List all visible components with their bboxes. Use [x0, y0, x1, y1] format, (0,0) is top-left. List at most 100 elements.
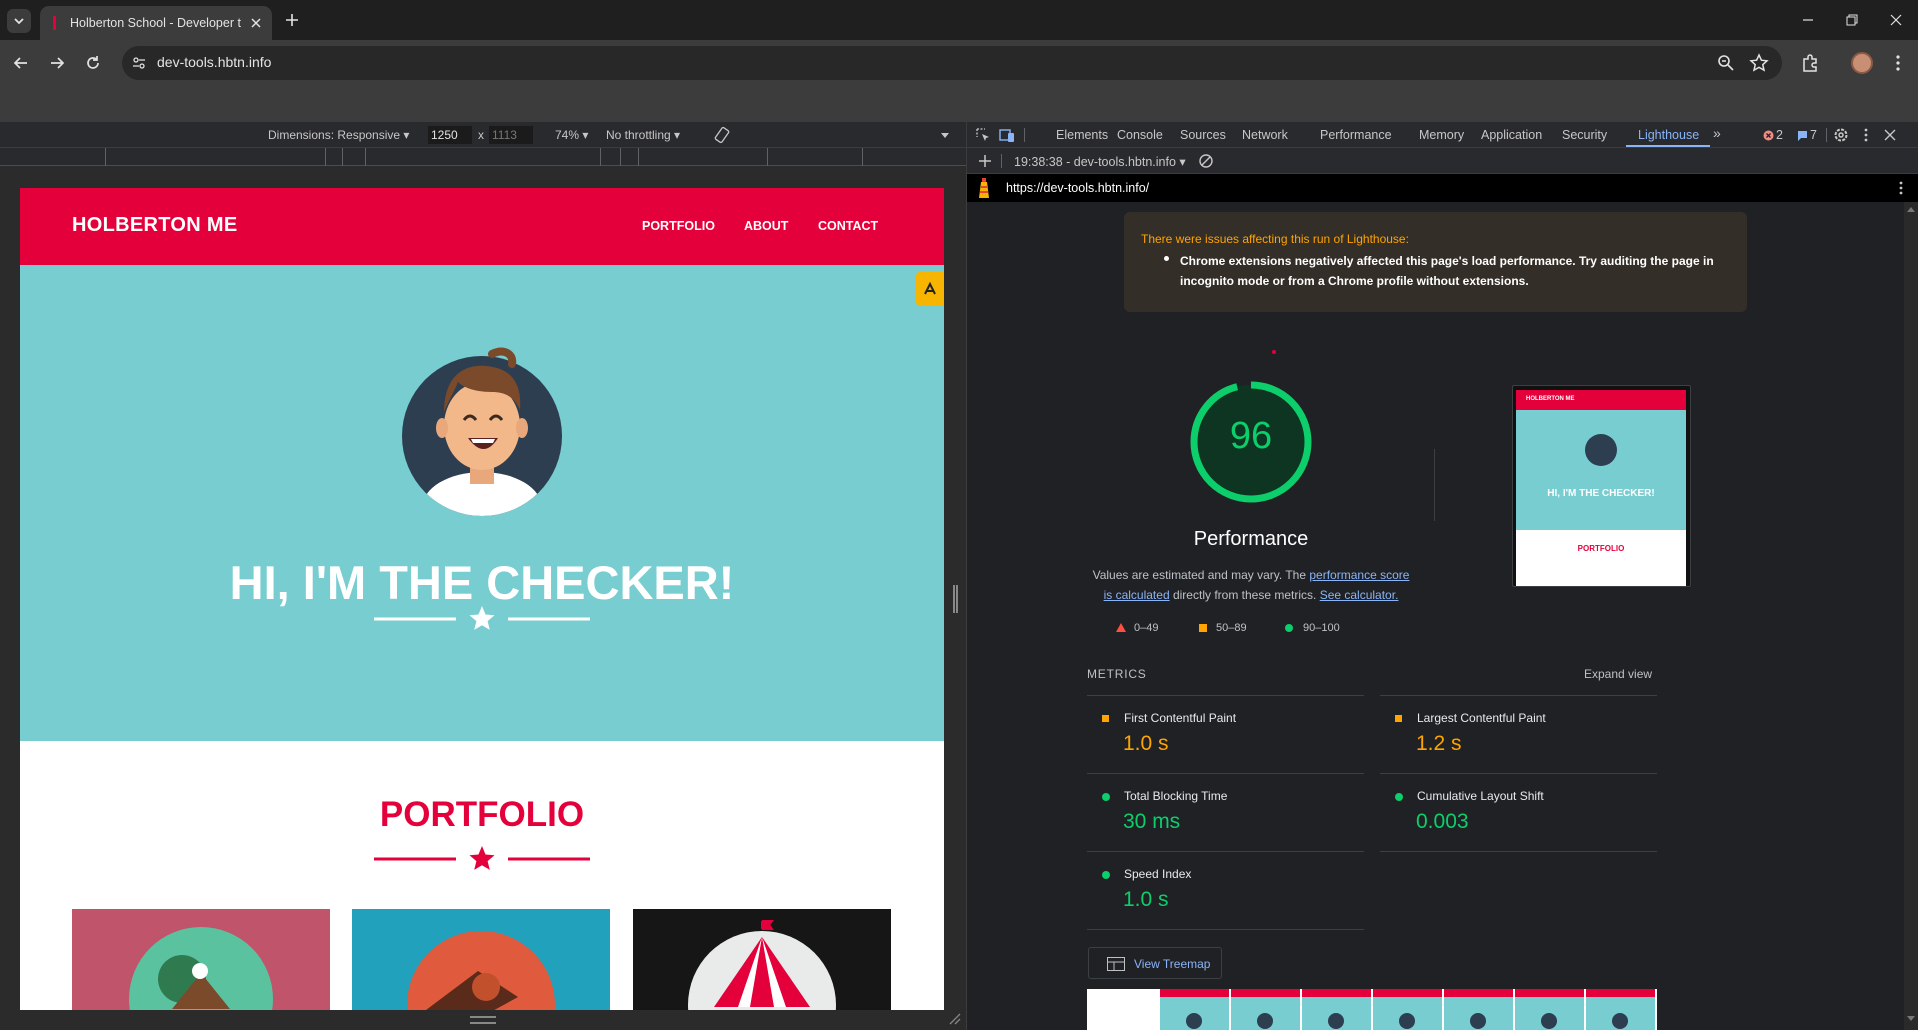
profile-avatar[interactable] — [1851, 52, 1873, 74]
report-selector[interactable]: 19:38:38 - dev-tools.hbtn.info ▾ — [1014, 154, 1186, 169]
zoom-icon[interactable] — [1716, 53, 1736, 73]
metric-value: 0.003 — [1416, 810, 1469, 833]
nav-about[interactable]: ABOUT — [744, 219, 788, 233]
tab-lighthouse[interactable]: Lighthouse — [1638, 128, 1699, 142]
final-screenshot-thumbnail[interactable]: HOLBERTON ME HI, I'M THE CHECKER! PORTFO… — [1512, 385, 1691, 587]
zoom-select[interactable]: 74% ▾ — [555, 128, 588, 142]
tab-console[interactable]: Console — [1117, 128, 1163, 142]
filmstrip-avatar — [1612, 1013, 1628, 1029]
resize-corner-icon[interactable] — [948, 1012, 962, 1026]
tab-elements[interactable]: Elements — [1056, 128, 1108, 142]
tab-search-button[interactable] — [7, 9, 31, 33]
resize-handle-right[interactable] — [953, 585, 958, 613]
metric-divider — [1087, 695, 1364, 696]
error-icon[interactable] — [1763, 130, 1774, 141]
clear-reports-icon[interactable] — [1198, 153, 1214, 169]
active-tab-indicator — [1626, 145, 1710, 147]
thumb-section-title: PORTFOLIO — [1577, 544, 1625, 553]
view-treemap-button[interactable]: View Treemap — [1088, 947, 1222, 979]
thumb-avatar — [1585, 434, 1617, 466]
portfolio-section: PORTFOLIO — [20, 741, 944, 1010]
tab-network[interactable]: Network — [1242, 128, 1288, 142]
resize-handle-bottom[interactable] — [470, 1016, 496, 1024]
forward-icon[interactable] — [47, 53, 67, 73]
expand-view-toggle[interactable]: Expand view — [1584, 667, 1652, 681]
close-devtools-icon[interactable] — [1882, 127, 1898, 143]
scroll-down-icon[interactable] — [1907, 1016, 1915, 1022]
back-icon[interactable] — [11, 53, 31, 73]
portfolio-card[interactable] — [352, 909, 610, 1010]
filmstrip-frame — [1160, 989, 1229, 1030]
filmstrip-avatar — [1399, 1013, 1415, 1029]
tab-memory[interactable]: Memory — [1419, 128, 1464, 142]
tab-sources[interactable]: Sources — [1180, 128, 1226, 142]
devtools-menu-icon[interactable] — [1858, 127, 1874, 143]
tab-security[interactable]: Security — [1562, 128, 1607, 142]
nav-contact[interactable]: CONTACT — [818, 219, 878, 233]
legend-average: 50–89 — [1216, 622, 1247, 634]
site-header: HOLBERTON ME PORTFOLIO ABOUT CONTACT — [20, 188, 944, 265]
close-window-icon[interactable] — [1888, 12, 1904, 28]
portfolio-card[interactable] — [72, 909, 330, 1010]
new-report-plus-icon[interactable] — [977, 153, 993, 169]
tabbar-separator-2 — [1826, 128, 1827, 142]
tab-application[interactable]: Application — [1481, 128, 1542, 142]
thumb-hero: HI, I'M THE CHECKER! — [1516, 410, 1686, 530]
pass-circle-icon — [1102, 793, 1110, 801]
thumb-header: HOLBERTON ME — [1516, 390, 1686, 410]
metric-label: Total Blocking Time — [1124, 789, 1228, 803]
device-options-icon[interactable] — [940, 130, 950, 140]
portfolio-card[interactable] — [633, 909, 891, 1010]
extension-logo-icon — [924, 281, 936, 295]
tab-performance[interactable]: Performance — [1320, 128, 1392, 142]
thumb-brand: HOLBERTON ME — [1526, 396, 1575, 402]
message-icon[interactable] — [1797, 130, 1808, 141]
rotate-icon[interactable] — [713, 126, 731, 144]
extension-badge[interactable] — [916, 272, 944, 306]
tabbar-separator — [1024, 128, 1025, 142]
legend-fail: 0–49 — [1134, 622, 1159, 634]
close-tab-icon[interactable] — [248, 15, 264, 31]
average-square-icon — [1395, 715, 1402, 722]
see-calculator-link[interactable]: See calculator. — [1320, 588, 1399, 602]
desc-text-2: directly from these metrics. — [1172, 588, 1317, 602]
extensions-icon[interactable] — [1800, 53, 1820, 73]
nav-portfolio[interactable]: PORTFOLIO — [642, 219, 715, 233]
message-count: 7 — [1810, 128, 1817, 142]
score-legend: 0–49 50–89 90–100 — [1116, 620, 1416, 640]
treemap-icon — [1107, 957, 1125, 971]
report-scrollbar[interactable] — [1904, 202, 1918, 1030]
device-toggle-icon[interactable] — [999, 127, 1015, 143]
reload-icon[interactable] — [83, 53, 103, 73]
browser-tab[interactable]: Holberton School - Developer t — [40, 6, 272, 40]
report-url[interactable]: https://dev-tools.hbtn.info/ — [1006, 181, 1149, 195]
report-menu-icon[interactable] — [1893, 180, 1909, 196]
tab-title: Holberton School - Developer t — [70, 16, 241, 30]
plus-icon — [286, 14, 298, 26]
minimize-icon[interactable] — [1800, 12, 1816, 28]
inspect-element-icon[interactable] — [975, 127, 991, 143]
restore-icon[interactable] — [1844, 12, 1860, 28]
metric-divider — [1087, 929, 1364, 930]
scroll-up-icon[interactable] — [1907, 206, 1915, 212]
site-info-icon[interactable] — [131, 55, 147, 71]
site-brand[interactable]: HOLBERTON ME — [72, 214, 237, 237]
filmstrip-avatar — [1541, 1013, 1557, 1029]
metric-divider — [1380, 773, 1657, 774]
metric-label: Largest Contentful Paint — [1417, 711, 1546, 725]
width-input[interactable]: 1250 — [428, 126, 472, 144]
warning-title: There were issues affecting this run of … — [1141, 232, 1409, 246]
new-tab-button[interactable] — [282, 10, 302, 30]
address-bar[interactable] — [122, 46, 1782, 80]
avatar — [402, 347, 562, 516]
thumb-portfolio: PORTFOLIO — [1516, 530, 1686, 586]
lighthouse-toolbar: 19:38:38 - dev-tools.hbtn.info ▾ — [967, 148, 1918, 174]
browser-menu-icon[interactable] — [1888, 53, 1908, 73]
bookmark-star-icon[interactable] — [1749, 53, 1769, 73]
settings-gear-icon[interactable] — [1833, 127, 1849, 143]
throttling-select[interactable]: No throttling ▾ — [606, 128, 680, 142]
height-input[interactable]: 1113 — [489, 126, 533, 144]
dimensions-select[interactable]: Dimensions: Responsive ▾ — [268, 128, 409, 142]
more-tabs-icon[interactable]: » — [1713, 125, 1721, 141]
average-square-icon — [1199, 624, 1207, 632]
